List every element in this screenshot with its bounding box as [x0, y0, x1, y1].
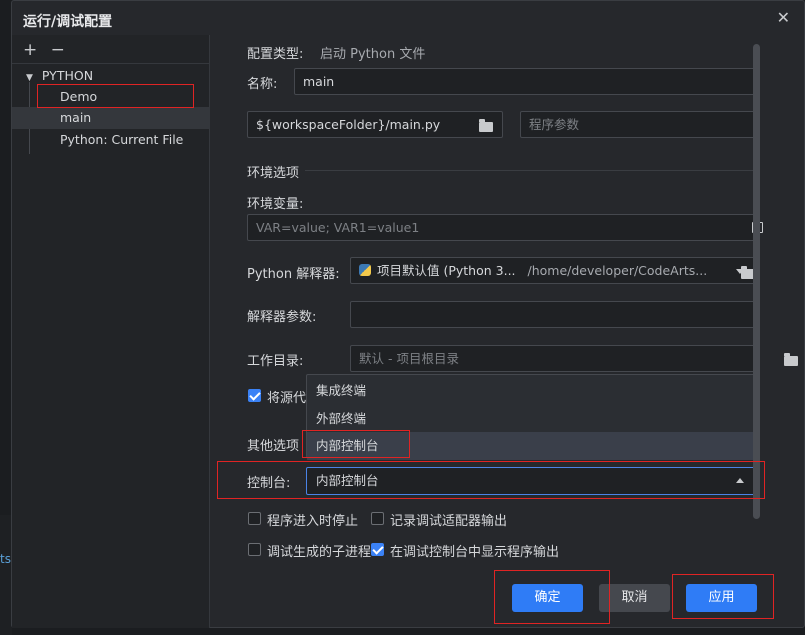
program-path-value: ${workspaceFolder}/main.py: [256, 117, 441, 132]
close-icon[interactable]: ✕: [777, 8, 790, 27]
console-label: 控制台:: [247, 476, 291, 491]
env-vars-label: 环境变量:: [247, 197, 304, 212]
show-output-label: 在调试控制台中显示程序输出: [390, 545, 560, 560]
interpreter-args-label: 解释器参数:: [247, 310, 317, 325]
config-type-label: 配置类型:: [247, 47, 304, 62]
env-section-title: 环境选项: [247, 166, 300, 181]
show-output-checkbox[interactable]: [371, 543, 384, 556]
program-args-placeholder: 程序参数: [529, 117, 580, 132]
debug-subprocess-checkbox[interactable]: [248, 543, 261, 556]
source-checkbox[interactable]: [248, 389, 261, 402]
console-dropdown-list: 集成终端 外部终端 内部控制台: [306, 374, 756, 460]
interpreter-path: /home/developer/CodeArts...: [527, 263, 708, 278]
config-sidebar: + − ▼ PYTHON Demo main Python: Current Fi…: [12, 35, 210, 628]
config-type-value: 启动 Python 文件: [320, 47, 426, 62]
source-checkbox-label: 将源代: [267, 391, 307, 406]
name-label: 名称:: [247, 77, 278, 92]
apply-button[interactable]: 应用: [686, 584, 757, 612]
stop-on-entry-label: 程序进入时停止: [267, 514, 359, 529]
folder-icon[interactable]: [479, 119, 493, 132]
interpreter-label: Python 解释器:: [247, 267, 340, 282]
interpreter-name: 项目默认值 (Python 3...: [377, 263, 516, 278]
workdir-label: 工作目录:: [247, 354, 304, 369]
console-option-integrated[interactable]: 集成终端: [307, 377, 755, 405]
cancel-button[interactable]: 取消: [599, 584, 670, 612]
tree-group-label: PYTHON: [41, 68, 94, 83]
tree-group-python[interactable]: ▼ PYTHON: [26, 68, 93, 83]
log-adapter-label: 记录调试适配器输出: [390, 514, 508, 529]
name-field[interactable]: main: [294, 68, 756, 95]
folder-icon[interactable]: [784, 353, 799, 366]
dialog-title: 运行/调试配置: [23, 14, 113, 30]
workdir-field[interactable]: 默认 - 项目根目录: [350, 345, 756, 372]
chevron-down-icon[interactable]: [736, 269, 744, 274]
env-vars-placeholder: VAR=value; VAR1=value1: [256, 220, 420, 235]
other-section-label: 其他选项: [247, 439, 300, 454]
chevron-up-icon[interactable]: [736, 478, 744, 483]
sidebar-toolbar: + −: [23, 40, 73, 60]
log-adapter-checkbox[interactable]: [371, 512, 384, 525]
sidebar-item-label: Python: Current File: [60, 132, 184, 147]
python-icon: [359, 264, 371, 276]
interpreter-select[interactable]: 项目默认值 (Python 3... /home/developer/CodeA…: [350, 257, 756, 284]
interpreter-args-field[interactable]: [350, 301, 756, 328]
remove-config-icon[interactable]: −: [51, 40, 65, 60]
add-config-icon[interactable]: +: [23, 40, 37, 60]
form-scrollbar[interactable]: [753, 44, 760, 519]
console-option-external[interactable]: 外部终端: [307, 405, 755, 433]
sidebar-item-python-current-file[interactable]: Python: Current File: [12, 129, 210, 151]
name-field-value: main: [303, 74, 335, 89]
sidebar-item-demo[interactable]: Demo: [12, 86, 210, 108]
stop-on-entry-checkbox[interactable]: [248, 512, 261, 525]
title-bar: 运行/调试配置 ✕: [12, 1, 804, 35]
program-path-field[interactable]: ${workspaceFolder}/main.py: [247, 111, 503, 138]
sidebar-item-main[interactable]: main: [12, 107, 210, 129]
sidebar-item-label: Demo: [60, 89, 98, 104]
console-select-value: 内部控制台: [316, 473, 379, 488]
console-select[interactable]: 内部控制台: [306, 467, 756, 495]
env-section-divider: [305, 170, 756, 171]
ok-button[interactable]: 确定: [512, 584, 583, 612]
workdir-placeholder: 默认 - 项目根目录: [359, 351, 459, 366]
sidebar-item-label: main: [60, 110, 92, 125]
env-vars-field[interactable]: VAR=value; VAR1=value1: [247, 214, 756, 241]
program-args-field[interactable]: 程序参数: [520, 111, 756, 138]
background-edge-text: ts: [0, 552, 11, 566]
debug-subprocess-label: 调试生成的子进程: [267, 545, 372, 560]
console-option-internal[interactable]: 内部控制台: [307, 432, 755, 460]
sidebar-divider: [12, 63, 210, 64]
